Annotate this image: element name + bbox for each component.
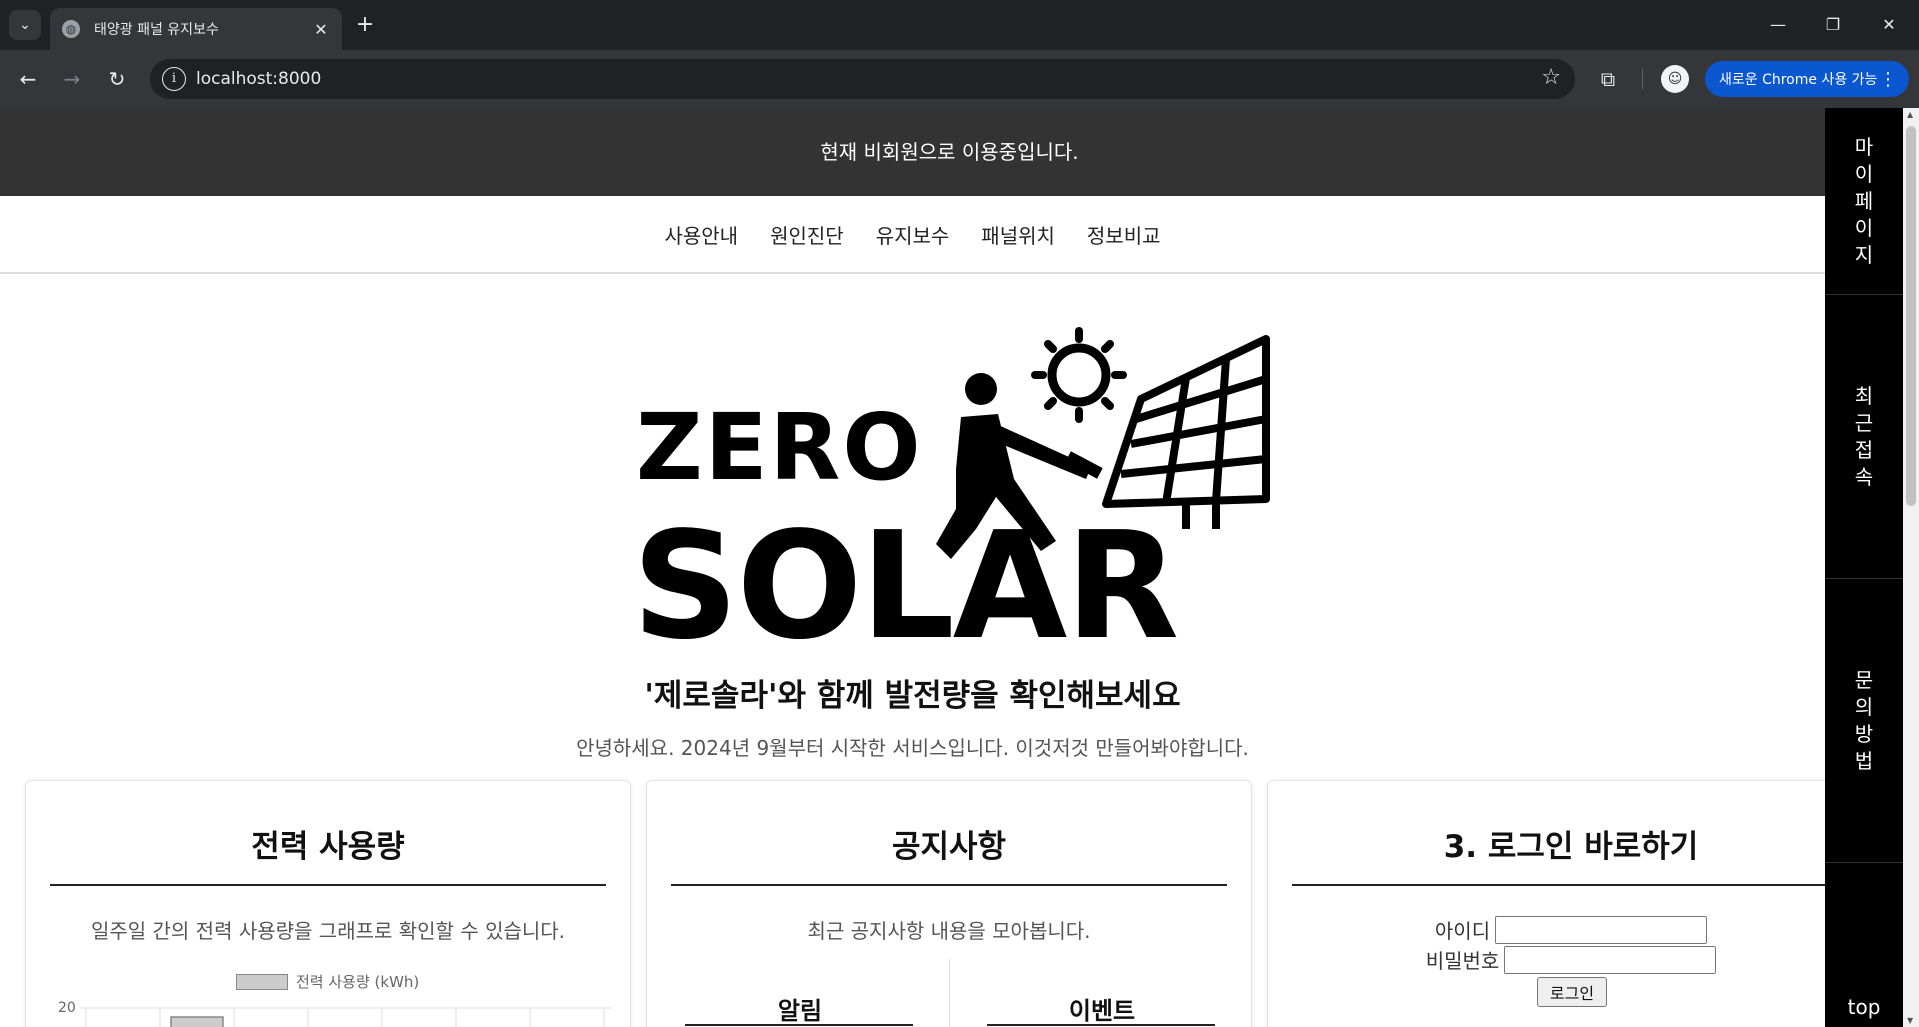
- tab-search-icon[interactable]: ⌄: [9, 10, 41, 40]
- more-vert-icon: ⋮: [1879, 68, 1897, 90]
- back-arrow-icon[interactable]: ←: [13, 64, 43, 94]
- usage-card-desc: 일주일 간의 전력 사용량을 그래프로 확인할 수 있습니다.: [90, 919, 566, 943]
- forward-arrow-icon[interactable]: →: [57, 64, 87, 94]
- profile-avatar-icon[interactable]: ☺: [1661, 65, 1689, 93]
- url-text[interactable]: localhost:8000: [196, 69, 321, 89]
- card-divider: [671, 884, 1227, 886]
- chrome-update-button[interactable]: 새로운 Chrome 사용 가능 ⋮: [1705, 61, 1909, 97]
- star-icon[interactable]: ☆: [1541, 65, 1561, 90]
- site-info-icon[interactable]: i: [162, 67, 186, 91]
- notice-card-desc: 최근 공지사항 내용을 모아봅니다.: [807, 919, 1091, 943]
- events-rule: [987, 1024, 1215, 1026]
- restore-icon[interactable]: ❐: [1813, 10, 1853, 40]
- main-nav: 사용안내 원인진단 유지보수 패널위치 정보비교: [0, 196, 1825, 274]
- usage-bar-chart: 20: [58, 1000, 611, 1027]
- password-row: 비밀번호: [1268, 945, 1874, 974]
- login-button[interactable]: 로그인: [1537, 977, 1607, 1007]
- nav-item-guide[interactable]: 사용안내: [664, 220, 738, 249]
- nav-item-panel-location[interactable]: 패널위치: [981, 220, 1055, 249]
- password-label: 비밀번호: [1425, 949, 1500, 973]
- sidebar-item-label: 최근접속: [1854, 383, 1874, 489]
- nav-item-maintenance[interactable]: 유지보수: [876, 220, 950, 249]
- alerts-rule: [685, 1024, 913, 1026]
- zero-solar-logo: ZERO SOLAR: [636, 327, 1270, 639]
- browser-toolbar: ← → ↻ i localhost:8000 ☆: [0, 50, 1919, 108]
- id-input[interactable]: [1495, 915, 1708, 944]
- member-status-bar: 현재 비회원으로 이용중입니다.: [0, 108, 1903, 196]
- usage-card: 전력 사용량 일주일 간의 전력 사용량을 그래프로 확인할 수 있습니다. 전…: [25, 780, 631, 1027]
- notice-card-title: 공지사항: [891, 829, 1007, 865]
- browser-tab[interactable]: ◍ 태양광 패널 유지보수 ✕: [50, 8, 342, 50]
- minimize-icon[interactable]: —: [1758, 10, 1798, 40]
- logo-text-solar: SOLAR: [636, 500, 1177, 639]
- page-scrollbar[interactable]: ▲ ▼: [1903, 108, 1919, 1027]
- close-icon[interactable]: ✕: [312, 20, 330, 39]
- plus-icon[interactable]: +: [352, 12, 378, 38]
- scroll-top-button[interactable]: top: [1825, 987, 1903, 1027]
- alerts-heading[interactable]: 알림: [655, 991, 945, 1026]
- nav-item-diagnosis[interactable]: 원인진단: [770, 220, 844, 249]
- hero-headline: '제로솔라'와 함께 발전량을 확인해보세요: [644, 678, 1181, 714]
- chart-bar: [170, 1016, 224, 1027]
- hero-subline: 안녕하세요. 2024년 9월부터 시작한 서비스입니다. 이것저것 만들어봐야…: [576, 736, 1249, 760]
- id-row: 아이디: [1268, 915, 1874, 944]
- address-bar[interactable]: i localhost:8000 ☆: [150, 59, 1575, 99]
- toolbar-divider: [1642, 69, 1643, 89]
- scroll-thumb[interactable]: [1906, 126, 1916, 506]
- window-close-icon[interactable]: ✕: [1869, 10, 1909, 40]
- notice-card: 공지사항 최근 공지사항 내용을 모아봅니다. 알림 이벤트: [646, 780, 1252, 1027]
- update-label: 새로운 Chrome 사용 가능: [1719, 72, 1878, 88]
- extensions-icon[interactable]: ⧉: [1593, 64, 1623, 94]
- browser-tabbar: ⌄ ◍ 태양광 패널 유지보수 ✕ + — ❐ ✕: [0, 0, 1919, 50]
- sidebar-item-label: 문의방법: [1854, 667, 1874, 773]
- sun-icon: [1031, 327, 1127, 423]
- scroll-down-icon[interactable]: ▼: [1907, 1016, 1913, 1025]
- logo-text-zero: ZERO: [636, 394, 923, 501]
- usage-card-title: 전력 사용량: [251, 829, 405, 865]
- events-heading[interactable]: 이벤트: [957, 991, 1247, 1026]
- id-label: 아이디: [1434, 919, 1491, 943]
- login-card: 3. 로그인 바로하기 아이디 비밀번호 로그인: [1267, 780, 1887, 1027]
- sidebar-item-label: 마이페이지: [1854, 134, 1874, 267]
- globe-icon: ◍: [62, 20, 80, 38]
- login-card-title: 3. 로그인 바로하기: [1443, 829, 1699, 865]
- column-divider: [949, 959, 950, 1027]
- sidebar-item-mypage[interactable]: 마이페이지: [1825, 108, 1903, 295]
- member-status-text: 현재 비회원으로 이용중입니다.: [820, 140, 1079, 164]
- y-tick-label: 20: [58, 1000, 76, 1016]
- tab-title: 태양광 패널 유지보수: [94, 22, 219, 38]
- sidebar-item-recent[interactable]: 최근접속: [1825, 295, 1903, 579]
- nav-item-compare[interactable]: 정보비교: [1087, 220, 1161, 249]
- sidebar-item-inquiry[interactable]: 문의방법: [1825, 579, 1903, 863]
- page-viewport: 현재 비회원으로 이용중입니다. 사용안내 원인진단 유지보수 패널위치 정보비…: [0, 108, 1903, 1027]
- card-divider: [50, 884, 606, 886]
- scroll-up-icon[interactable]: ▲: [1907, 110, 1913, 119]
- password-input[interactable]: [1504, 945, 1717, 974]
- quick-sidebar: 마이페이지 최근접속 문의방법 top: [1825, 108, 1903, 1027]
- reload-icon[interactable]: ↻: [102, 64, 132, 94]
- card-divider: [1292, 884, 1872, 886]
